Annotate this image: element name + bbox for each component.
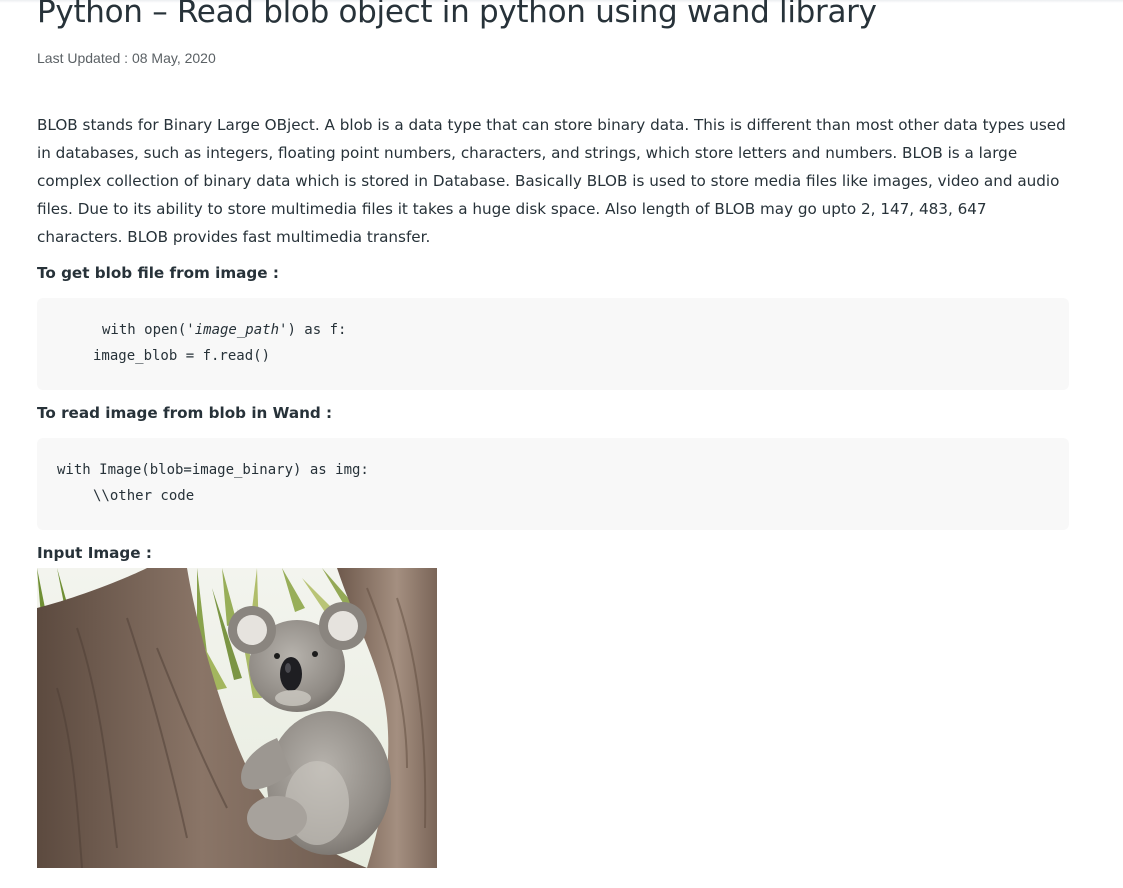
code-line: with Image(blob=image_binary) as img: (57, 462, 369, 478)
section-heading-get-blob: To get blob file from image : (37, 264, 279, 282)
code-line: with open('image_path') as f: (102, 322, 347, 338)
koala-image (37, 568, 437, 868)
intro-paragraph: BLOB stands for Binary Large OBject. A b… (37, 116, 1066, 246)
code-block-get-blob[interactable]: with open('image_path') as f: image_blob… (37, 298, 1069, 390)
code-line: \\other code (93, 488, 195, 504)
last-updated-text: Last Updated : 08 May, 2020 (37, 50, 216, 66)
section-heading-input-image: Input Image : (37, 544, 152, 562)
section-heading-read-image: To read image from blob in Wand : (37, 404, 333, 422)
code-block-read-image[interactable]: with Image(blob=image_binary) as img: \\… (37, 438, 1069, 530)
page-title: Python – Read blob object in python usin… (37, 0, 877, 30)
code-line: image_blob = f.read() (93, 348, 271, 364)
